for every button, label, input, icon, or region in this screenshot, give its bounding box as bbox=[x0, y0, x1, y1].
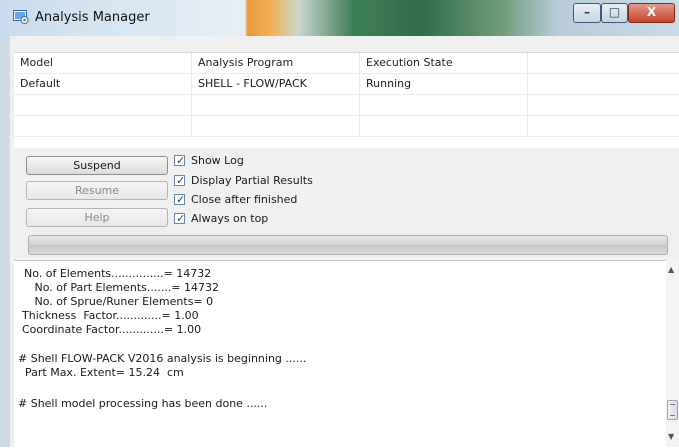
cell-execution-state bbox=[360, 95, 528, 115]
window-title: Analysis Manager bbox=[35, 10, 150, 25]
cell-extra bbox=[528, 116, 679, 136]
column-header-model[interactable]: Model bbox=[14, 53, 192, 73]
title-bar[interactable]: Analysis Manager – □ X bbox=[0, 0, 679, 36]
window-frame bbox=[0, 36, 10, 447]
help-button[interactable]: Help bbox=[26, 208, 168, 227]
cell-analysis-program: SHELL - FLOW/PACK bbox=[192, 74, 360, 94]
analysis-manager-icon bbox=[13, 10, 29, 24]
checkbox-label: Show Log bbox=[191, 154, 244, 167]
cell-model bbox=[14, 116, 192, 136]
checkbox-box: ✓ bbox=[174, 212, 186, 225]
cell-analysis-program bbox=[192, 95, 360, 115]
log-line: # Shell model processing has been done .… bbox=[18, 397, 268, 410]
checkbox-label: Display Partial Results bbox=[191, 174, 313, 187]
cell-extra bbox=[528, 95, 679, 115]
log-line: No. of Part Elements.......= 14732 bbox=[24, 281, 220, 294]
column-header-blank[interactable] bbox=[528, 53, 679, 73]
minimize-button[interactable]: – bbox=[573, 3, 601, 23]
checkbox-box: ✓ bbox=[174, 154, 186, 167]
suspend-button[interactable]: Suspend bbox=[26, 156, 168, 175]
log-line: Thickness Factor.............= 1.00 bbox=[22, 309, 199, 322]
cell-extra bbox=[528, 74, 679, 94]
column-header-analysis-program[interactable]: Analysis Program bbox=[192, 53, 360, 73]
maximize-button[interactable]: □ bbox=[601, 3, 628, 23]
scroll-thumb[interactable] bbox=[667, 400, 678, 420]
table-row[interactable]: Default SHELL - FLOW/PACK Running bbox=[14, 74, 679, 95]
log-line: # Shell FLOW-PACK V2016 analysis is begi… bbox=[18, 352, 307, 365]
log-line: No. of Elements...............= 14732 bbox=[24, 267, 212, 280]
minimize-icon: – bbox=[584, 5, 590, 19]
table-row[interactable] bbox=[14, 116, 679, 137]
cell-model: Default bbox=[14, 74, 192, 94]
analysis-jobs-table: Model Analysis Program Execution State D… bbox=[14, 52, 679, 148]
log-scrollbar[interactable]: ▲ ▼ bbox=[666, 260, 679, 447]
cell-model bbox=[14, 95, 192, 115]
check-icon: ✓ bbox=[176, 174, 186, 187]
log-output[interactable]: No. of Elements...............= 14732 No… bbox=[14, 260, 679, 448]
scroll-down-icon[interactable]: ▼ bbox=[668, 432, 674, 441]
checkbox-box: ✓ bbox=[174, 193, 186, 206]
resume-button[interactable]: Resume bbox=[26, 181, 168, 200]
check-icon: ✓ bbox=[176, 154, 186, 167]
maximize-icon: □ bbox=[608, 5, 621, 19]
checkbox-box: ✓ bbox=[174, 174, 186, 187]
cell-execution-state bbox=[360, 116, 528, 136]
close-button[interactable]: X bbox=[628, 3, 675, 23]
cell-execution-state: Running bbox=[360, 74, 528, 94]
close-icon: X bbox=[646, 5, 657, 19]
log-line: Coordinate Factor.............= 1.00 bbox=[22, 323, 202, 336]
cell-analysis-program bbox=[192, 116, 360, 136]
check-icon: ✓ bbox=[176, 193, 186, 206]
analysis-progress-bar bbox=[28, 235, 668, 255]
checkbox-label: Always on top bbox=[191, 212, 269, 225]
table-header-row: Model Analysis Program Execution State bbox=[14, 53, 679, 74]
scroll-up-icon[interactable]: ▲ bbox=[668, 265, 674, 274]
log-line: Part Max. Extent= 15.24 cm bbox=[18, 366, 184, 379]
log-line: No. of Sprue/Runer Elements= 0 bbox=[24, 295, 214, 308]
column-header-execution-state[interactable]: Execution State bbox=[360, 53, 528, 73]
check-icon: ✓ bbox=[176, 212, 186, 225]
checkbox-label: Close after finished bbox=[191, 193, 298, 206]
table-row[interactable] bbox=[14, 95, 679, 116]
